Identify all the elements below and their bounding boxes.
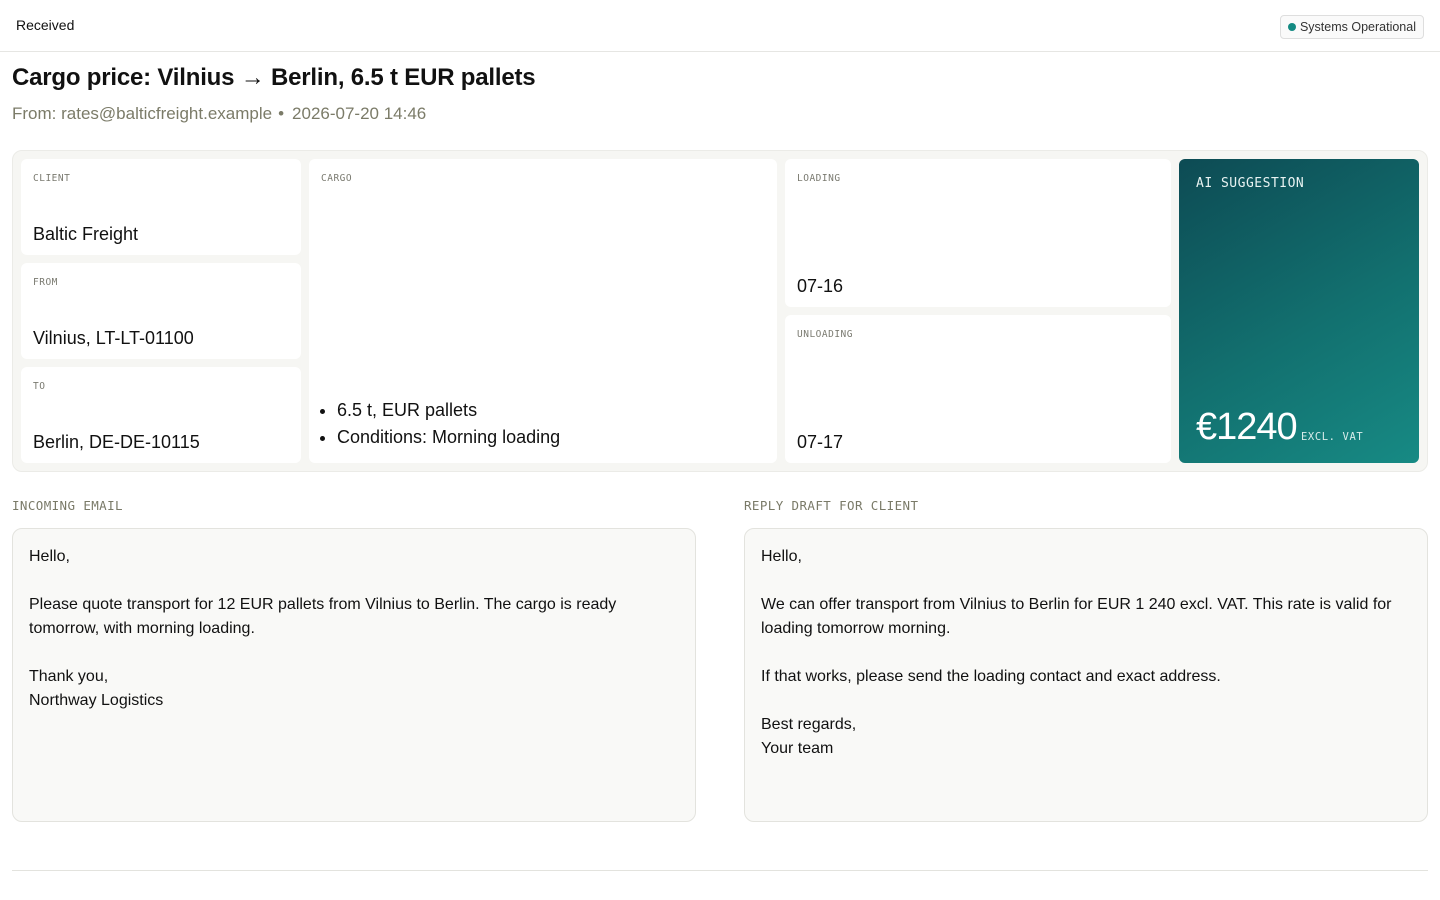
email-line [29, 569, 679, 593]
from-label: FROM [33, 277, 58, 288]
shipment-details-panel: CLIENT Baltic Freight FROM Vilnius, LT-L… [12, 150, 1428, 472]
meta-separator: • [278, 104, 285, 123]
email-line: Please quote transport for 12 EUR pallet… [29, 596, 617, 637]
reply-line [761, 641, 1411, 665]
email-line: Northway Logistics [29, 692, 164, 709]
message-status-label: Received [16, 17, 75, 33]
to-value: Berlin, DE-DE-10115 [33, 432, 200, 452]
incoming-email-label: INCOMING EMAIL [12, 498, 123, 513]
cargo-card: CARGO 6.5 t, EUR pallets Conditions: Mor… [309, 159, 777, 463]
cargo-item: 6.5 t, EUR pallets [337, 397, 560, 424]
reply-line [761, 569, 1411, 593]
reply-draft-label: REPLY DRAFT FOR CLIENT [744, 498, 919, 513]
email-line: Hello, [29, 548, 70, 565]
reply-line [761, 689, 1411, 713]
reply-line: We can offer transport from Vilnius to B… [761, 596, 1392, 637]
client-label: CLIENT [33, 173, 71, 184]
status-dot-icon [1287, 23, 1296, 31]
cargo-item: Conditions: Morning loading [337, 424, 560, 451]
client-value: Baltic Freight [33, 224, 139, 244]
page-title: Cargo price: Vilnius → Berlin, 6.5 t EUR… [12, 64, 536, 91]
sender-address: From: rates@balticfreight.example [12, 104, 273, 123]
from-value: Vilnius, LT-LT-01100 [33, 328, 194, 348]
unloading-label: UNLOADING [797, 329, 853, 340]
cargo-list: 6.5 t, EUR pallets Conditions: Morning l… [337, 397, 560, 451]
reply-draft-body[interactable]: Hello, We can offer transport from Vilni… [744, 528, 1428, 822]
from-card: FROM Vilnius, LT-LT-01100 [21, 263, 301, 359]
system-status-text: Systems Operational [1299, 20, 1416, 34]
suggested-price: €1240 [1196, 406, 1298, 448]
reply-line: Hello, [761, 548, 802, 565]
client-card: CLIENT Baltic Freight [21, 159, 301, 255]
email-line: Thank you, [29, 668, 109, 685]
to-card: TO Berlin, DE-DE-10115 [21, 367, 301, 463]
to-label: TO [33, 381, 46, 392]
ai-suggestion-card[interactable]: AI SUGGESTION €1240 EXCL. VAT [1179, 159, 1419, 463]
loading-card: LOADING 07-16 [785, 159, 1171, 307]
incoming-email-body: Hello, Please quote transport for 12 EUR… [12, 528, 696, 822]
loading-value: 07-16 [797, 276, 844, 296]
reply-line: If that works, please send the loading c… [761, 668, 1221, 685]
reply-line: Your team [761, 740, 834, 757]
unloading-card: UNLOADING 07-17 [785, 315, 1171, 463]
loading-label: LOADING [797, 173, 841, 184]
unloading-value: 07-17 [797, 432, 844, 452]
ai-suggestion-label: AI SUGGESTION [1196, 176, 1305, 191]
system-status-badge[interactable]: Systems Operational [1279, 15, 1424, 39]
price-unit: EXCL. VAT [1301, 431, 1364, 443]
email-line [29, 641, 679, 665]
cargo-label: CARGO [321, 173, 353, 184]
reply-line: Best regards, [761, 716, 857, 733]
bottom-divider [12, 870, 1428, 871]
message-meta: From: rates@balticfreight.example • 2026-0… [12, 104, 426, 124]
received-timestamp: 2026-07-20 14:46 [292, 104, 427, 123]
top-bar: Received Systems Operational [0, 0, 1440, 52]
